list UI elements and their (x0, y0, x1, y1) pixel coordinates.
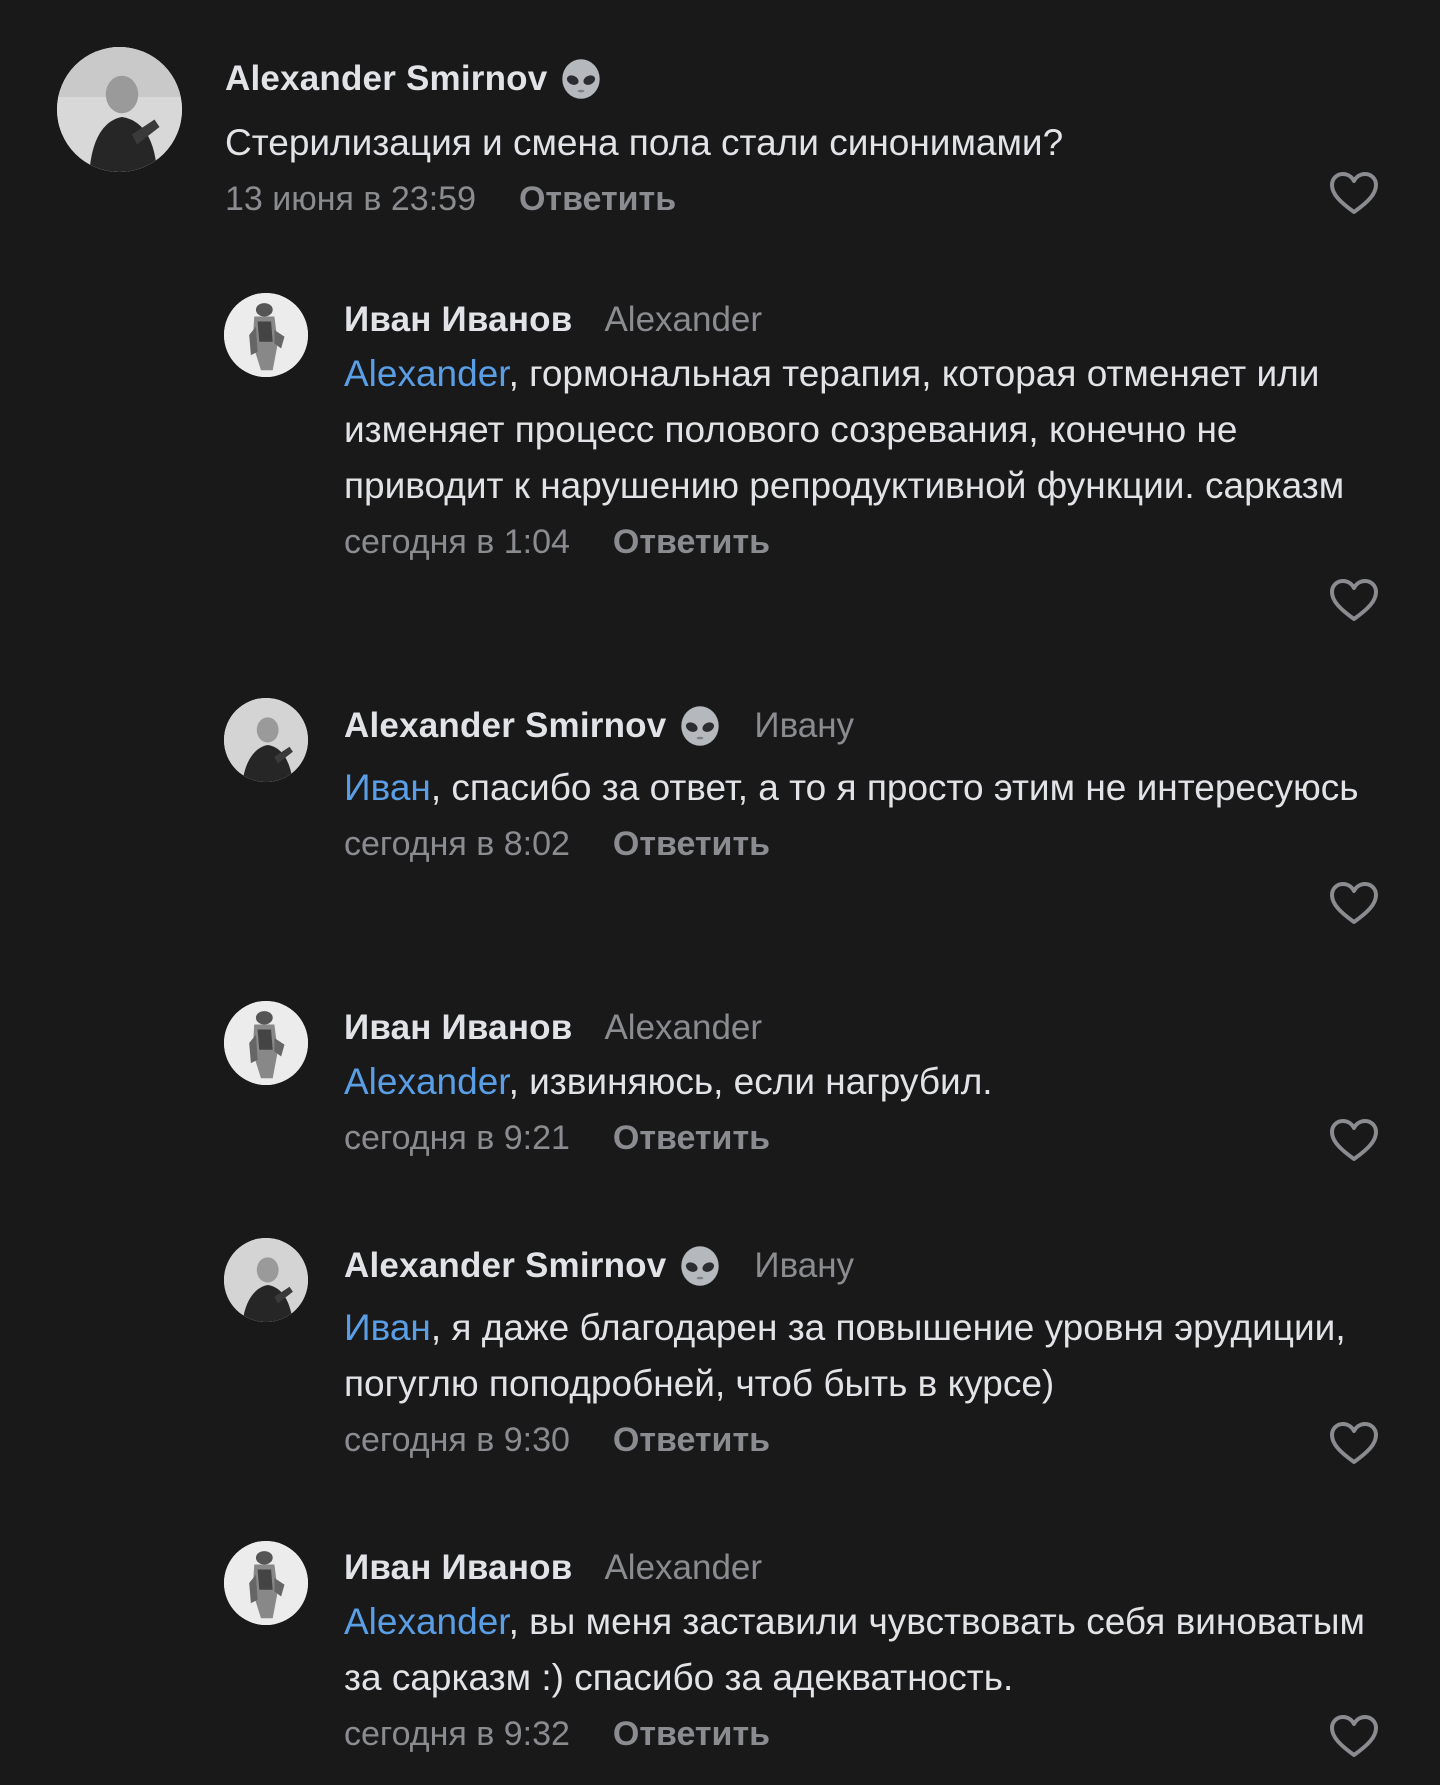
comment-text: Иван, я даже благодарен за повышение уро… (344, 1300, 1380, 1412)
timestamp: сегодня в 9:21 (344, 1118, 570, 1157)
mention-link[interactable]: Иван (344, 1307, 431, 1348)
avatar[interactable] (224, 1001, 308, 1085)
avatar[interactable] (224, 1238, 308, 1322)
comment-content: Иван Иванов Alexander Alexander, гормона… (344, 298, 1380, 570)
author-name[interactable]: Иван Иванов (344, 1548, 572, 1588)
mention-link[interactable]: Иван (344, 767, 431, 808)
author-name[interactable]: Иван Иванов (344, 300, 572, 340)
mention-link[interactable]: Alexander (344, 353, 509, 394)
comment-header: Alexander Smirnov Ивану (344, 704, 1380, 748)
avatar[interactable] (57, 47, 182, 172)
comment-text: Alexander, гормональная терапия, которая… (344, 346, 1380, 514)
alien-emoji-icon (559, 57, 603, 101)
reply-to-label[interactable]: Ивану (754, 1246, 854, 1286)
author-name[interactable]: Alexander Smirnov (344, 1246, 666, 1286)
reply-button[interactable]: Ответить (613, 1715, 770, 1754)
alien-emoji-icon (678, 1244, 722, 1288)
author-name[interactable]: Иван Иванов (344, 1008, 572, 1048)
comment-meta: сегодня в 9:30 Ответить (344, 1412, 1380, 1468)
timestamp: сегодня в 8:02 (344, 824, 570, 863)
comment-meta: сегодня в 9:32 Ответить (344, 1706, 1380, 1762)
comment-body: Стерилизация и смена пола стали синонима… (225, 122, 1064, 163)
comment-content: Иван Иванов Alexander Alexander, вы меня… (344, 1546, 1380, 1762)
reply-button[interactable]: Ответить (519, 180, 676, 219)
mention-link[interactable]: Alexander (344, 1601, 509, 1642)
author-name[interactable]: Alexander Smirnov (344, 706, 666, 746)
comment-meta: сегодня в 1:04 Ответить (344, 514, 1380, 570)
avatar-photo-alexander (224, 698, 308, 782)
comment-meta: сегодня в 9:21 Ответить (344, 1110, 1380, 1166)
reply-button[interactable]: Ответить (613, 1421, 770, 1460)
timestamp: 13 июня в 23:59 (225, 179, 476, 218)
avatar-drawing-ivan (224, 1541, 308, 1625)
comment-content: Alexander Smirnov Ивану Иван, я даже бла… (344, 1244, 1380, 1468)
comment-text: Alexander, вы меня заставили чувствовать… (344, 1594, 1380, 1706)
heart-outline-icon[interactable] (1328, 1420, 1380, 1466)
reply-to-label[interactable]: Alexander (604, 1548, 762, 1588)
comment-header: Иван Иванов Alexander (344, 1546, 1380, 1590)
comment-body: , извиняюсь, если нагрубил. (508, 1061, 993, 1102)
reply-button[interactable]: Ответить (613, 523, 770, 562)
comment-text: Иван, спасибо за ответ, а то я просто эт… (344, 760, 1380, 816)
avatar[interactable] (224, 1541, 308, 1625)
comment-text: Alexander, извиняюсь, если нагрубил. (344, 1054, 1380, 1110)
timestamp: сегодня в 9:32 (344, 1714, 570, 1753)
comment-meta: 13 июня в 23:59 Ответить (225, 171, 1380, 227)
comment-content: Alexander Smirnov Ивану Иван, спасибо за… (344, 704, 1380, 872)
mention-link[interactable]: Alexander (344, 1061, 509, 1102)
comment-content: Иван Иванов Alexander Alexander, извиняю… (344, 1006, 1380, 1166)
avatar[interactable] (224, 698, 308, 782)
avatar-drawing-ivan (224, 293, 308, 377)
heart-outline-icon[interactable] (1328, 1117, 1380, 1163)
comment-meta: сегодня в 8:02 Ответить (344, 816, 1380, 872)
avatar-drawing-ivan (224, 1001, 308, 1085)
avatar[interactable] (224, 293, 308, 377)
heart-outline-icon[interactable] (1328, 577, 1380, 623)
comment-header: Alexander Smirnov (225, 57, 1380, 101)
author-name[interactable]: Alexander Smirnov (225, 59, 547, 99)
comment-text: Стерилизация и смена пола стали синонима… (225, 115, 1380, 171)
comment-header: Иван Иванов Alexander (344, 1006, 1380, 1050)
comment-body: , я даже благодарен за повышение уровня … (344, 1307, 1346, 1404)
heart-outline-icon[interactable] (1328, 170, 1380, 216)
reply-to-label[interactable]: Alexander (604, 300, 762, 340)
avatar-photo-alexander (57, 47, 182, 172)
reply-button[interactable]: Ответить (613, 825, 770, 864)
comment-content: Alexander Smirnov Стерилизация и смена п… (225, 57, 1380, 227)
reply-to-label[interactable]: Alexander (604, 1008, 762, 1048)
heart-outline-icon[interactable] (1328, 880, 1380, 926)
comment-thread: Alexander Smirnov Стерилизация и смена п… (0, 0, 1440, 1785)
alien-emoji-icon (678, 704, 722, 748)
avatar-photo-alexander (224, 1238, 308, 1322)
reply-button[interactable]: Ответить (613, 1119, 770, 1158)
comment-header: Alexander Smirnov Ивану (344, 1244, 1380, 1288)
comment-body: , спасибо за ответ, а то я просто этим н… (430, 767, 1359, 808)
timestamp: сегодня в 1:04 (344, 522, 570, 561)
reply-to-label[interactable]: Ивану (754, 706, 854, 746)
timestamp: сегодня в 9:30 (344, 1420, 570, 1459)
comment-header: Иван Иванов Alexander (344, 298, 1380, 342)
heart-outline-icon[interactable] (1328, 1713, 1380, 1759)
